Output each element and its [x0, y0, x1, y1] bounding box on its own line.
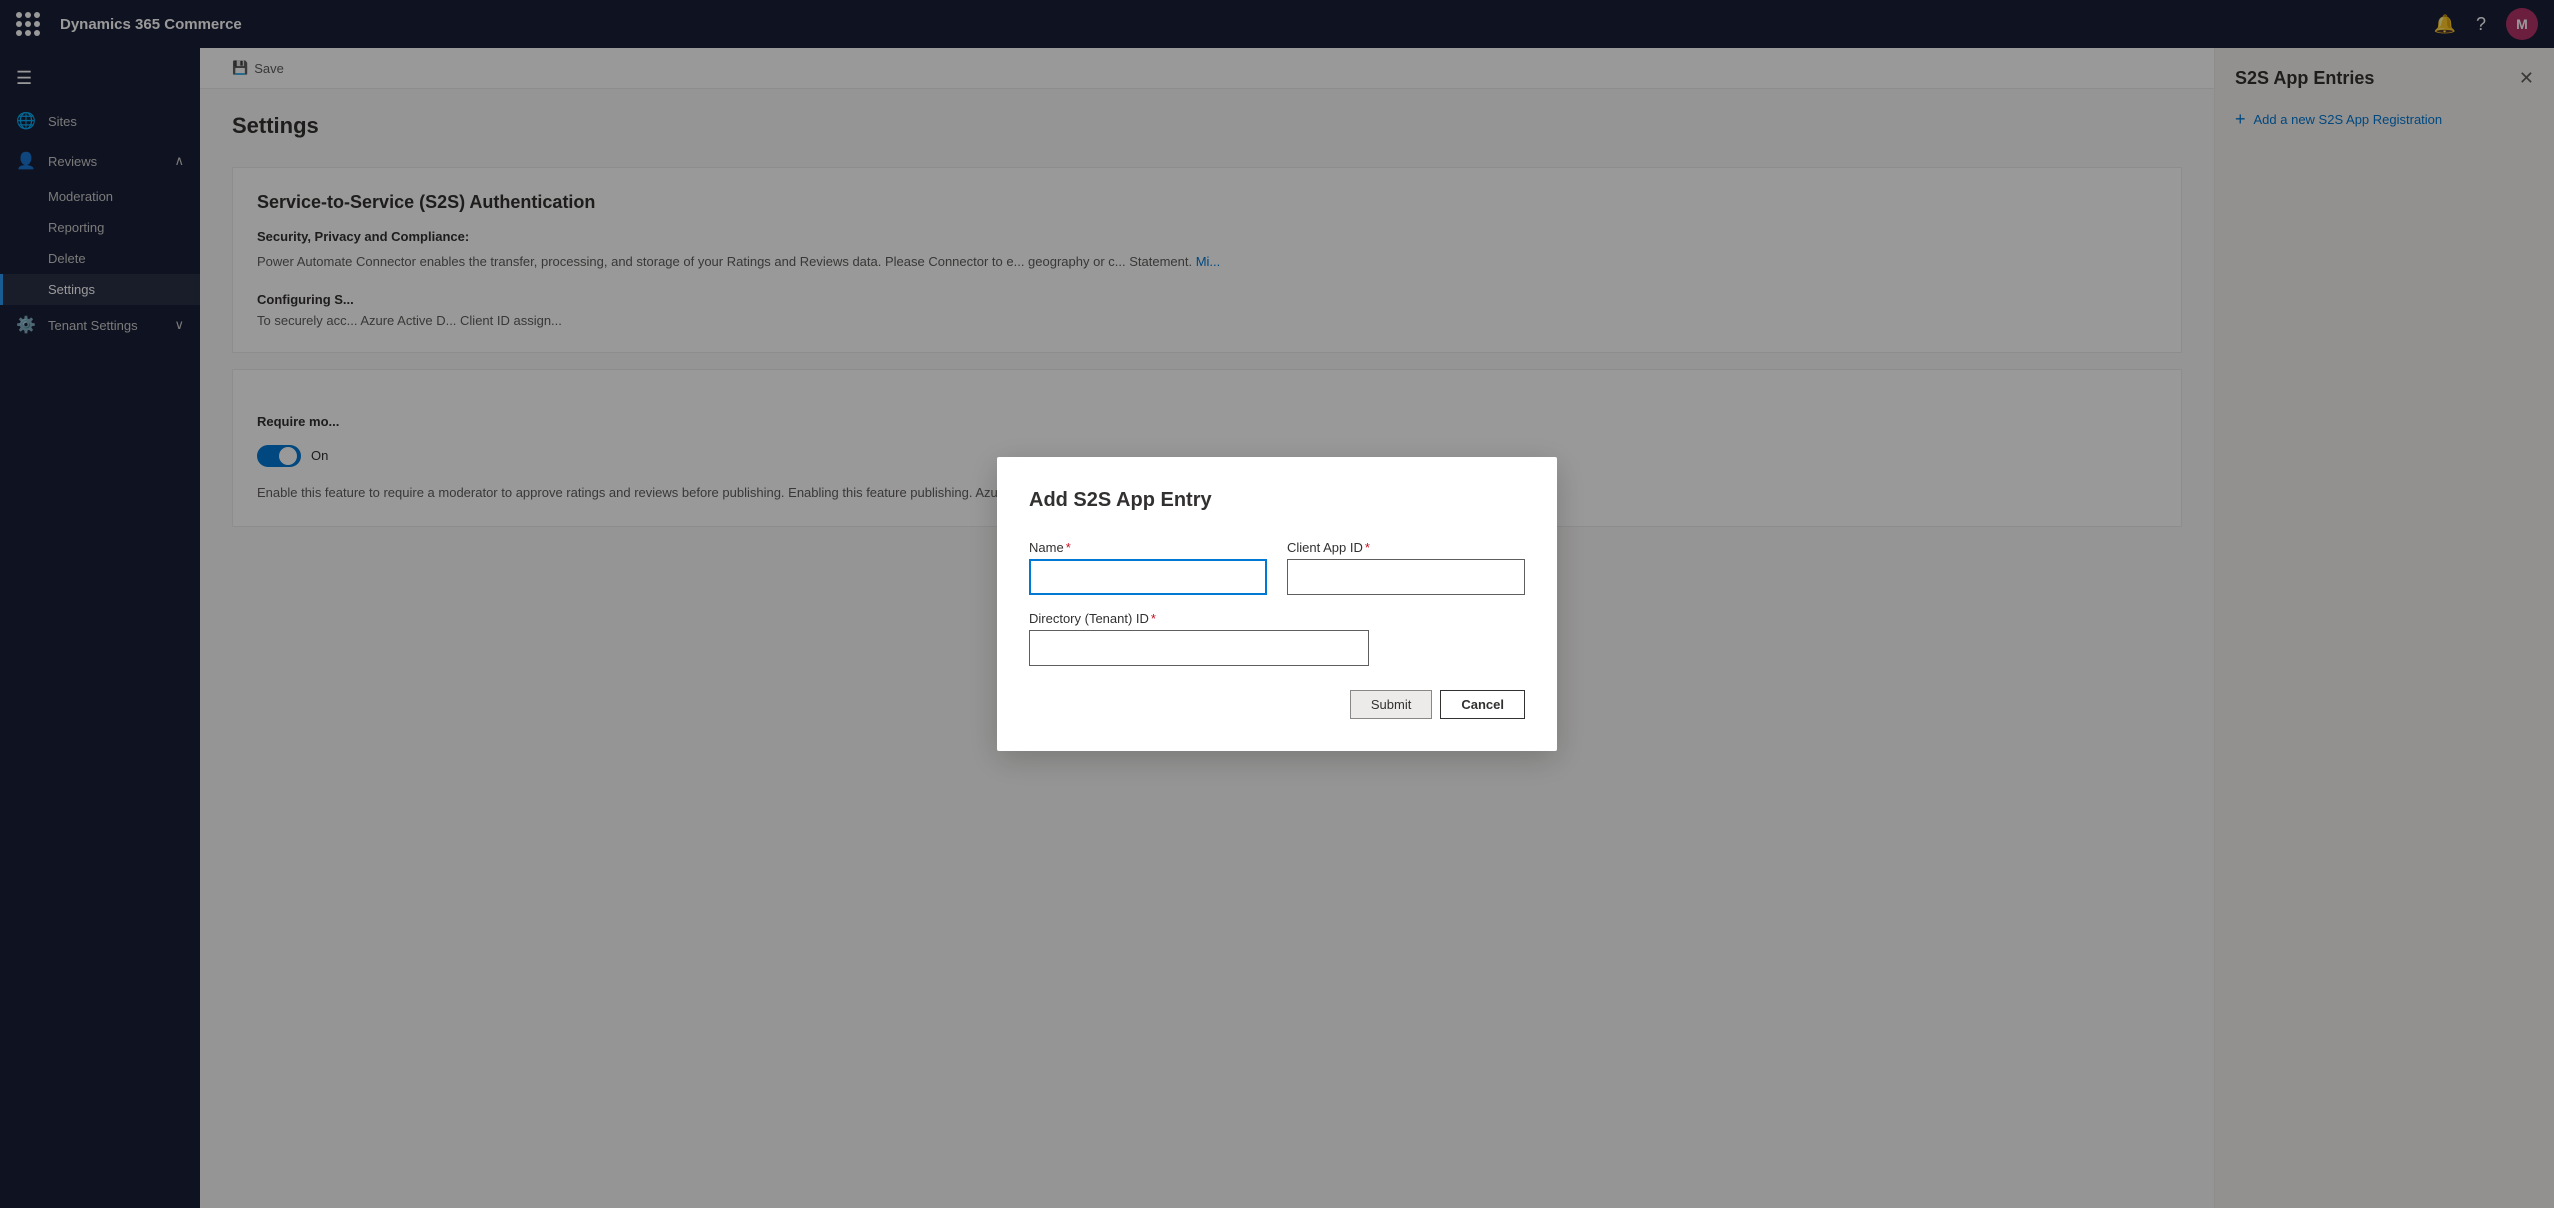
- client-app-id-input[interactable]: [1287, 559, 1525, 595]
- name-required: *: [1066, 540, 1071, 555]
- submit-button[interactable]: Submit: [1350, 690, 1432, 719]
- modal-form: Name* Client App ID* Directory (Tenant) …: [1029, 540, 1525, 666]
- name-group: Name*: [1029, 540, 1267, 595]
- directory-tenant-id-label: Directory (Tenant) ID*: [1029, 611, 1369, 626]
- client-app-id-required: *: [1365, 540, 1370, 555]
- directory-tenant-id-input[interactable]: [1029, 630, 1369, 666]
- directory-tenant-id-group: Directory (Tenant) ID*: [1029, 611, 1369, 666]
- modal-row-1: Name* Client App ID*: [1029, 540, 1525, 595]
- modal-overlay: Add S2S App Entry Name* Client App ID*: [0, 0, 2554, 1208]
- cancel-button[interactable]: Cancel: [1440, 690, 1525, 719]
- modal-title: Add S2S App Entry: [1029, 489, 1525, 512]
- add-s2s-modal: Add S2S App Entry Name* Client App ID*: [997, 457, 1557, 751]
- client-app-id-label: Client App ID*: [1287, 540, 1525, 555]
- name-label: Name*: [1029, 540, 1267, 555]
- client-app-id-group: Client App ID*: [1287, 540, 1525, 595]
- modal-actions: Submit Cancel: [1029, 690, 1525, 719]
- directory-tenant-id-required: *: [1151, 611, 1156, 626]
- name-input[interactable]: [1029, 559, 1267, 595]
